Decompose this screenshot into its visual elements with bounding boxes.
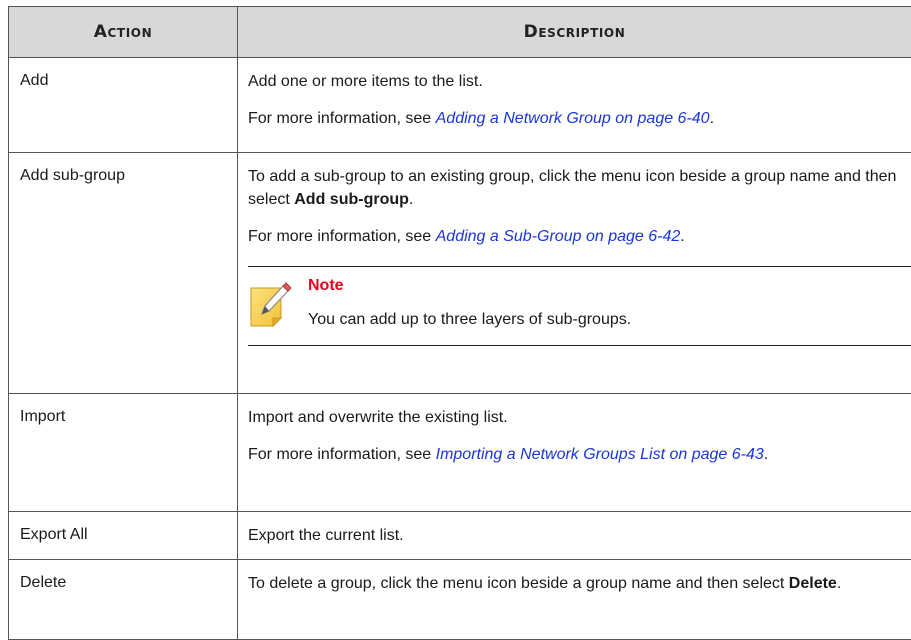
ui-term-delete: Delete xyxy=(789,575,837,592)
actions-table: Action Description Add Add one or more i… xyxy=(8,6,911,640)
link-adding-network-group[interactable]: Adding a Network Group on page 6-40 xyxy=(436,110,710,127)
note-title: Note xyxy=(308,275,344,297)
more-info-text: For more information, see Importing a Ne… xyxy=(248,443,911,466)
description-text: Export the current list. xyxy=(248,524,911,547)
description-cell: To add a sub-group to an existing group,… xyxy=(238,153,911,394)
note-pencil-icon xyxy=(249,280,291,328)
more-info-prefix: For more information, see xyxy=(248,446,436,463)
header-action: Action xyxy=(9,7,238,58)
description-text: Add one or more items to the list. xyxy=(248,70,911,93)
description-text: Import and overwrite the existing list. xyxy=(248,406,911,429)
action-cell: Add sub-group xyxy=(9,153,238,394)
link-adding-sub-group[interactable]: Adding a Sub-Group on page 6-42 xyxy=(436,228,681,245)
description-cell: Export the current list. xyxy=(238,512,911,560)
table-row: Import Import and overwrite the existing… xyxy=(9,394,911,512)
more-info-prefix: For more information, see xyxy=(248,228,436,245)
description-cell: Import and overwrite the existing list. … xyxy=(238,394,911,512)
action-cell: Delete xyxy=(9,560,238,640)
table-row: Export All Export the current list. xyxy=(9,512,911,560)
note-text: You can add up to three layers of sub-gr… xyxy=(308,309,631,331)
note-box: Note You can add up to three layers of s… xyxy=(248,266,911,346)
description-text: To add a sub-group to an existing group,… xyxy=(248,165,911,211)
more-info-text: For more information, see Adding a Netwo… xyxy=(248,107,911,130)
description-cell: Add one or more items to the list. For m… xyxy=(238,58,911,153)
action-cell: Import xyxy=(9,394,238,512)
more-info-suffix: . xyxy=(710,110,714,127)
description-text: To delete a group, click the menu icon b… xyxy=(248,572,911,595)
ui-term-add-sub-group: Add sub-group xyxy=(294,191,409,208)
description-cell: To delete a group, click the menu icon b… xyxy=(238,560,911,640)
description-text-part: . xyxy=(837,575,841,592)
table-row: Add Add one or more items to the list. F… xyxy=(9,58,911,153)
description-text-part: To delete a group, click the menu icon b… xyxy=(248,575,789,592)
table-header-row: Action Description xyxy=(9,7,911,58)
more-info-text: For more information, see Adding a Sub-G… xyxy=(248,225,911,248)
more-info-prefix: For more information, see xyxy=(248,110,436,127)
header-description: Description xyxy=(238,7,911,58)
link-importing-network-groups[interactable]: Importing a Network Groups List on page … xyxy=(436,446,764,463)
more-info-suffix: . xyxy=(680,228,684,245)
table-row: Delete To delete a group, click the menu… xyxy=(9,560,911,640)
table-row: Add sub-group To add a sub-group to an e… xyxy=(9,153,911,394)
more-info-suffix: . xyxy=(764,446,768,463)
description-text-part: . xyxy=(409,191,413,208)
action-cell: Export All xyxy=(9,512,238,560)
action-cell: Add xyxy=(9,58,238,153)
